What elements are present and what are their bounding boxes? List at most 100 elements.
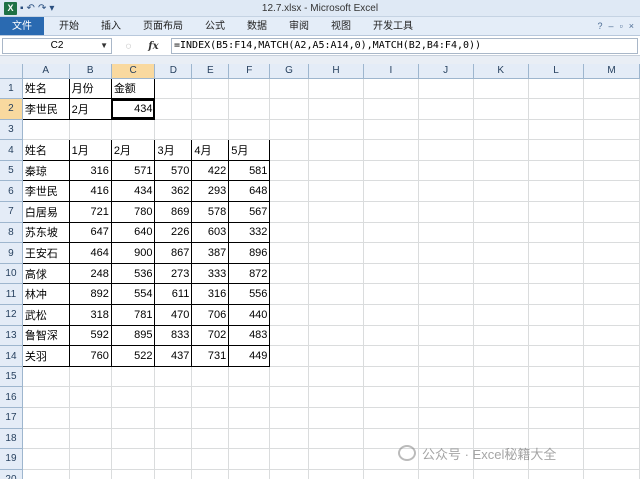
cell[interactable] — [228, 78, 271, 100]
cell[interactable] — [473, 119, 529, 141]
table-header-month[interactable]: 4月 — [191, 139, 230, 161]
row-header[interactable]: 14 — [0, 345, 23, 367]
cell[interactable] — [418, 469, 474, 479]
table-cell-name[interactable]: 王安石 — [21, 242, 70, 264]
table-cell-value[interactable]: 867 — [154, 242, 193, 264]
cell[interactable] — [269, 78, 309, 100]
row-header[interactable]: 2 — [0, 98, 23, 120]
customize-qat-icon[interactable]: ▾ — [49, 1, 54, 16]
table-cell-value[interactable]: 332 — [228, 221, 271, 244]
tab-formulas[interactable]: 公式 — [194, 17, 236, 35]
cell[interactable] — [583, 201, 640, 223]
cell[interactable] — [528, 469, 585, 479]
cell[interactable] — [22, 448, 70, 470]
row-header[interactable]: 16 — [0, 386, 23, 408]
cell[interactable] — [308, 139, 365, 161]
table-cell-value[interactable]: 611 — [154, 283, 193, 306]
cell[interactable] — [418, 139, 474, 161]
column-header-f[interactable]: F — [228, 64, 271, 79]
cell[interactable] — [111, 386, 156, 408]
cell[interactable] — [363, 325, 419, 347]
cell[interactable] — [418, 78, 474, 100]
cell[interactable] — [418, 407, 474, 429]
cell[interactable] — [154, 78, 193, 100]
cell[interactable] — [473, 180, 529, 203]
cell[interactable] — [583, 78, 640, 100]
cell[interactable] — [69, 119, 112, 141]
cell[interactable] — [583, 345, 640, 367]
cell[interactable] — [111, 366, 156, 388]
cell[interactable] — [528, 98, 585, 120]
cell[interactable] — [269, 407, 309, 429]
help-icon[interactable]: ? — [598, 17, 603, 35]
cell[interactable] — [154, 119, 193, 141]
cell[interactable] — [418, 180, 474, 203]
table-cell-name[interactable]: 高俅 — [21, 262, 70, 285]
cell[interactable] — [583, 263, 640, 285]
column-header-k[interactable]: K — [473, 64, 529, 79]
cell[interactable] — [22, 428, 70, 450]
table-cell-value[interactable]: 570 — [154, 159, 193, 182]
cell[interactable] — [69, 469, 112, 479]
cell[interactable] — [269, 160, 309, 182]
cell[interactable] — [583, 469, 640, 479]
table-cell-value[interactable]: 464 — [68, 242, 112, 264]
table-cell-value[interactable]: 706 — [191, 304, 230, 326]
cell[interactable] — [154, 98, 193, 120]
cell[interactable] — [22, 407, 70, 429]
row-header[interactable]: 15 — [0, 366, 23, 388]
table-cell-value[interactable]: 318 — [68, 304, 112, 326]
cell[interactable] — [69, 448, 112, 470]
cell[interactable] — [191, 428, 230, 450]
cell[interactable] — [528, 366, 585, 388]
cell[interactable] — [363, 98, 419, 120]
cell[interactable] — [528, 78, 585, 100]
cell[interactable] — [269, 283, 309, 306]
cell[interactable] — [191, 366, 230, 388]
cell[interactable] — [228, 448, 271, 470]
cell[interactable] — [111, 428, 156, 450]
table-cell-value[interactable]: 422 — [191, 159, 230, 182]
cell[interactable] — [528, 325, 585, 347]
cell[interactable] — [111, 469, 156, 479]
cell[interactable] — [191, 448, 230, 470]
cell[interactable] — [528, 139, 585, 161]
row-header[interactable]: 11 — [0, 283, 23, 306]
cell[interactable] — [308, 222, 365, 244]
cell[interactable] — [154, 448, 193, 470]
table-header-month[interactable]: 3月 — [154, 139, 193, 161]
cell[interactable] — [528, 119, 585, 141]
cell[interactable] — [473, 222, 529, 244]
table-cell-value[interactable]: 900 — [110, 242, 156, 264]
cell[interactable] — [269, 469, 309, 479]
cell[interactable] — [473, 407, 529, 429]
cell[interactable] — [111, 448, 156, 470]
table-cell-value[interactable]: 273 — [154, 262, 193, 285]
row-header[interactable]: 8 — [0, 222, 23, 244]
cell[interactable] — [308, 98, 365, 120]
table-cell-value[interactable]: 362 — [154, 180, 193, 203]
cell[interactable] — [363, 78, 419, 100]
table-cell-value[interactable]: 640 — [110, 221, 156, 244]
table-cell-name[interactable]: 武松 — [21, 304, 70, 326]
row-header[interactable]: 13 — [0, 325, 23, 347]
cell[interactable] — [583, 386, 640, 408]
cell[interactable] — [583, 448, 640, 470]
table-cell-value[interactable]: 648 — [228, 180, 271, 203]
cell[interactable] — [583, 139, 640, 161]
cell[interactable] — [269, 263, 309, 285]
tab-data[interactable]: 数据 — [236, 17, 278, 35]
cell[interactable] — [308, 366, 365, 388]
cell[interactable] — [363, 119, 419, 141]
column-header-g[interactable]: G — [269, 64, 309, 79]
tab-developer[interactable]: 开发工具 — [362, 17, 424, 35]
cell[interactable] — [528, 263, 585, 285]
cell[interactable] — [528, 180, 585, 203]
cell[interactable] — [69, 428, 112, 450]
table-cell-name[interactable]: 关羽 — [21, 345, 70, 367]
cell[interactable] — [269, 139, 309, 161]
cell[interactable] — [154, 407, 193, 429]
cell[interactable] — [583, 366, 640, 388]
cell[interactable] — [363, 386, 419, 408]
cell[interactable] — [418, 160, 474, 182]
